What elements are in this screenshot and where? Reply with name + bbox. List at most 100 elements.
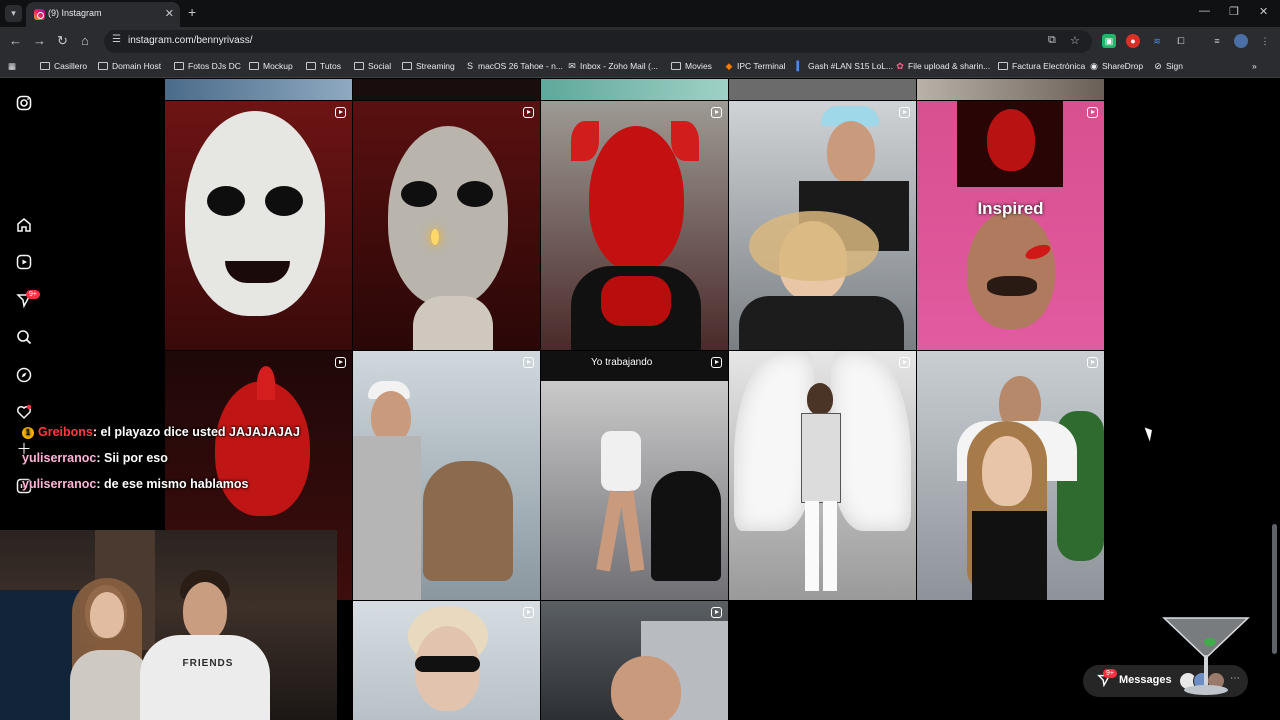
bookmark-mockup[interactable]: Mockup — [249, 61, 293, 71]
post-tile[interactable] — [165, 101, 352, 350]
site-info-icon[interactable]: ☰ — [112, 34, 121, 45]
chat-text: : de ese mismo hablamos — [96, 477, 249, 491]
reel-icon — [523, 107, 534, 118]
bookmark-file-upload[interactable]: ✿ File upload & sharin... — [895, 61, 990, 72]
bookmark-zoho-mail[interactable]: ✉ Inbox - Zoho Mail (... — [567, 61, 658, 72]
post-tile[interactable] — [353, 351, 540, 600]
bookmark-factura[interactable]: Factura Electrónica — [998, 61, 1085, 71]
reel-icon — [335, 107, 346, 118]
reload-icon[interactable]: ↻ — [57, 33, 68, 49]
bookmark-social[interactable]: Social — [354, 61, 391, 71]
bookmark-label: Domain Host — [112, 61, 162, 71]
bookmark-icon: ▍ — [796, 61, 804, 71]
browser-menu-icon[interactable]: ⋮ — [1258, 34, 1272, 48]
post-tile[interactable] — [729, 351, 916, 600]
chat-badge-icon: 1 — [22, 427, 34, 439]
folder-icon — [306, 62, 316, 70]
bookmark-label: Social — [368, 61, 392, 71]
url-text[interactable]: instagram.com/bennyrivass/ — [128, 35, 253, 46]
share-icon: ◉ — [1090, 61, 1098, 71]
chat-text: : Sii por eso — [96, 451, 168, 465]
address-bar[interactable]: ☰ instagram.com/bennyrivass/ ⧉ ☆ — [104, 30, 1092, 53]
reels-icon[interactable] — [15, 254, 33, 272]
instagram-favicon-icon — [34, 9, 45, 20]
bookmark-label: IPC Terminal — [737, 61, 786, 71]
post-tile[interactable]: Inspired — [917, 101, 1104, 350]
more-bookmarks-icon[interactable]: » — [1252, 61, 1257, 71]
notifications-heart-icon[interactable] — [15, 404, 33, 422]
page-scrollbar[interactable] — [1272, 524, 1277, 654]
bookmark-label: Tutos — [320, 61, 341, 71]
bookmark-label: Factura Electrónica — [1012, 61, 1086, 71]
post-tile[interactable] — [541, 101, 728, 350]
profile-avatar[interactable] — [1234, 34, 1248, 48]
explore-icon[interactable] — [15, 367, 33, 385]
install-app-icon[interactable]: ⧉ — [1048, 34, 1056, 47]
home-icon[interactable]: ⌂ — [81, 33, 89, 48]
close-window-icon[interactable]: ✕ — [1259, 5, 1268, 18]
post-tile-partial[interactable] — [353, 79, 540, 100]
reel-icon — [711, 107, 722, 118]
upload-icon: ✿ — [896, 61, 904, 71]
folder-icon — [402, 62, 412, 70]
reel-icon — [899, 357, 910, 368]
messages-count-badge: 9+ — [26, 290, 40, 299]
chat-message: yuliserranoc: de ese mismo hablamos — [22, 477, 352, 503]
reel-icon — [523, 607, 534, 618]
stream-chat-overlay: 1 Greibons: el playazo dice usted JAJAJAJ… — [22, 425, 352, 503]
bookmark-tutos[interactable]: Tutos — [306, 61, 341, 71]
extension-blue-icon[interactable]: ≋ — [1150, 34, 1164, 48]
extension-green-icon[interactable]: ▣ — [1102, 34, 1116, 48]
post-tile-partial[interactable] — [917, 79, 1104, 100]
extensions-puzzle-icon[interactable]: ⧠ — [1174, 34, 1188, 48]
bookmark-label: ShareDrop — [1102, 61, 1144, 71]
bookmarks-bar: ▦ Casillero Domain Host Fotos DJs DC Moc… — [0, 56, 1280, 78]
post-tile[interactable] — [917, 351, 1104, 600]
post-tile[interactable] — [353, 101, 540, 350]
tab-search-icon[interactable]: ▾ — [5, 5, 22, 22]
reading-list-icon[interactable]: ≡ — [1210, 34, 1224, 48]
back-icon[interactable]: ← — [9, 33, 22, 48]
extension-red-icon[interactable]: ● — [1126, 34, 1140, 48]
restore-icon[interactable]: ❐ — [1229, 5, 1239, 18]
bookmark-gash-lan[interactable]: ▍ Gash #LAN S15 LoL... — [795, 61, 894, 72]
bookmark-fotos-djs-dc[interactable]: Fotos DJs DC — [174, 61, 241, 71]
bookmark-macos[interactable]: SmacOS 26 Tahoe - n... — [465, 61, 563, 71]
apps-grid-icon[interactable]: ▦ — [8, 61, 16, 72]
bookmark-sharedrop[interactable]: ◉ ShareDrop — [1089, 61, 1143, 72]
search-icon[interactable] — [15, 329, 33, 347]
post-tile[interactable]: Yo trabajando — [541, 351, 728, 600]
instagram-logo-icon[interactable] — [15, 95, 33, 113]
post-tile[interactable] — [541, 601, 728, 720]
forward-icon[interactable]: → — [33, 33, 46, 48]
bookmark-star-icon[interactable]: ☆ — [1070, 34, 1080, 47]
post-tile[interactable] — [353, 601, 540, 720]
home-icon[interactable] — [15, 217, 33, 235]
bookmark-label: Sign — [1166, 61, 1184, 71]
minimize-icon[interactable]: — — [1199, 5, 1210, 17]
folder-icon — [354, 62, 364, 70]
post-overlay-text: Yo trabajando — [591, 357, 653, 368]
bookmark-ipc-terminal[interactable]: ◆ IPC Terminal — [724, 61, 786, 72]
folder-icon — [40, 62, 50, 70]
bookmark-casillero[interactable]: Casillero — [40, 61, 87, 71]
shirt-print-text: FRIENDS — [182, 658, 234, 669]
chat-username: Greibons — [38, 425, 93, 439]
reel-icon — [1087, 107, 1098, 118]
reel-icon — [523, 357, 534, 368]
close-tab-icon[interactable]: ✕ — [165, 7, 174, 20]
post-tile-partial[interactable] — [165, 79, 352, 100]
new-tab-icon[interactable]: + — [188, 4, 196, 20]
tab-strip: ▾ (9) Instagram ✕ + — ❐ ✕ — [0, 0, 1280, 27]
messages-badge: 9+ — [1103, 669, 1117, 678]
bookmark-sign[interactable]: ⊘ Sign — [1153, 61, 1183, 72]
bookmark-movies[interactable]: Movies — [671, 61, 712, 71]
post-tile-partial[interactable] — [541, 79, 728, 100]
tab-instagram[interactable]: (9) Instagram ✕ — [26, 2, 180, 27]
folder-icon — [174, 62, 184, 70]
post-tile-partial[interactable] — [729, 79, 916, 100]
bookmark-domain-host[interactable]: Domain Host — [98, 61, 161, 71]
post-overlay-text: Inspired — [977, 199, 1044, 218]
bookmark-streaming[interactable]: Streaming — [402, 61, 455, 71]
post-tile[interactable] — [729, 101, 916, 350]
